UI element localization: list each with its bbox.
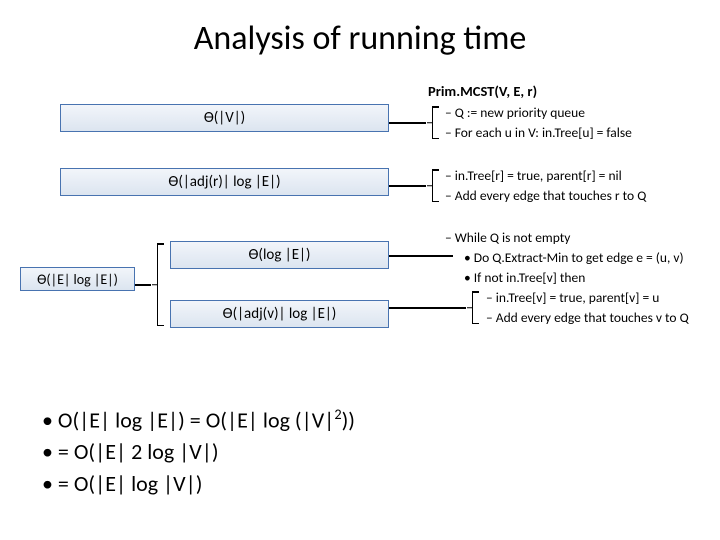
connector-g3cd bbox=[389, 307, 466, 309]
bullet-2: • = O(|E| 2 log |V|) bbox=[42, 436, 355, 468]
algo-line-init: – For each u in V: in.Tree[u] = false bbox=[445, 124, 632, 141]
algo-line-q: – Q := new priority queue bbox=[445, 104, 585, 121]
bullet-3: • = O(|E| log |V|) bbox=[42, 468, 355, 500]
algo-line-extractmin: • Do Q.Extract-Min to get edge e = (u, v… bbox=[464, 249, 684, 266]
box-theta-adjr: ϴ(|adj(r)| log |E|) bbox=[60, 168, 389, 196]
connector-g1 bbox=[389, 122, 426, 124]
connector-g2 bbox=[389, 185, 426, 187]
box-theta-v: ϴ(|V|) bbox=[60, 104, 389, 132]
bracket-g3cd bbox=[472, 291, 473, 324]
algo-line-set-tree: – in.Tree[v] = true, parent[v] = u bbox=[486, 289, 659, 306]
algo-line-root-tree: – in.Tree[r] = true, parent[r] = nil bbox=[445, 167, 622, 184]
box-theta-adjv: ϴ(|adj(v)| log |E|) bbox=[170, 300, 389, 328]
bracket-loop-cost bbox=[157, 243, 158, 326]
algo-line-root-edges: – Add every edge that touches r to Q bbox=[445, 187, 646, 204]
box-theta-eloge: ϴ(|E| log |E|) bbox=[20, 267, 135, 291]
bracket-g2 bbox=[432, 169, 433, 202]
algo-line-if: • If not in.Tree[v] then bbox=[464, 269, 585, 286]
connector-loop-cost bbox=[135, 284, 151, 286]
conclusion-bullets: • O(|E| log |E|) = O(|E| log (|V|2)) • =… bbox=[42, 404, 355, 500]
box-theta-loge: ϴ(log |E|) bbox=[170, 241, 389, 269]
slide-title: Analysis of running time bbox=[0, 18, 720, 59]
algo-line-while: – While Q is not empty bbox=[445, 229, 570, 246]
bracket-g1 bbox=[432, 106, 433, 139]
bullet-1: • O(|E| log |E|) = O(|E| log (|V|2)) bbox=[42, 404, 355, 436]
algo-header: Prim.MCST(V, E, r) bbox=[428, 82, 537, 100]
connector-g3a bbox=[389, 255, 453, 257]
algo-line-add-edges: – Add every edge that touches v to Q bbox=[486, 309, 689, 326]
